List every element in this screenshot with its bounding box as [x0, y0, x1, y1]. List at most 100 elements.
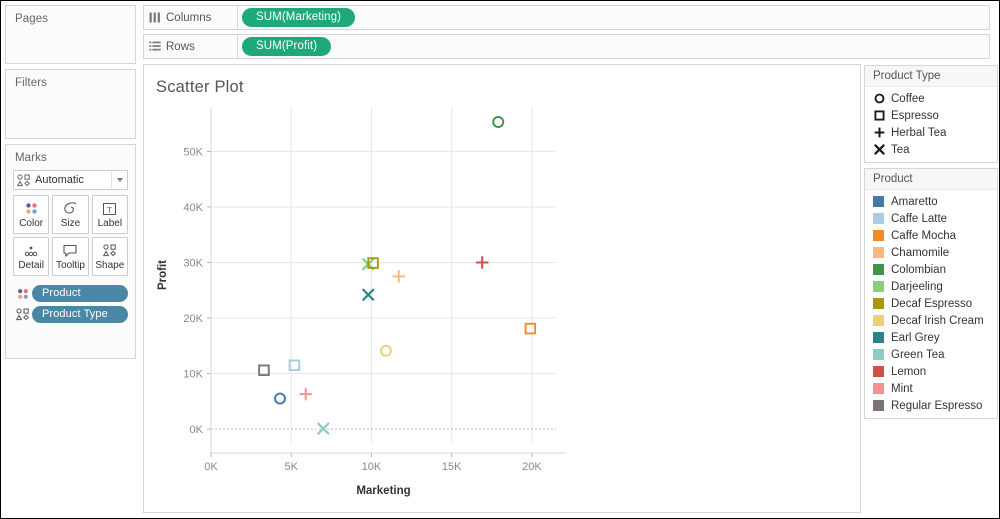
columns-drop-area[interactable]: SUM(Marketing) [238, 5, 990, 30]
color-swatch [873, 298, 891, 309]
data-point[interactable] [475, 256, 489, 269]
color-dots-icon [24, 200, 39, 217]
columns-pill[interactable]: SUM(Marketing) [242, 8, 356, 27]
marks-tooltip-label: Tooltip [56, 260, 85, 271]
marks-label-button[interactable]: T Label [91, 195, 128, 234]
data-point[interactable] [274, 392, 286, 405]
data-point[interactable] [317, 422, 330, 435]
legend-item-product[interactable]: Green Tea [865, 346, 997, 363]
legend-label: Herbal Tea [891, 126, 947, 139]
tick-label-x: 0K [204, 461, 218, 473]
rows-icon [144, 41, 166, 52]
legend-label: Decaf Espresso [891, 297, 973, 310]
chart-panel: Scatter Plot 0K 10K 20K 30K 40K 50K 0K 5K 10K 15K… [143, 64, 861, 513]
marks-pill-product-label: Product [32, 285, 128, 302]
data-point[interactable] [524, 322, 537, 335]
data-point[interactable] [299, 387, 312, 401]
marks-type-dropdown[interactable]: Automatic [13, 170, 128, 190]
marks-shape-button[interactable]: Shape [91, 237, 128, 276]
marks-pills: Product Product Type [13, 285, 128, 323]
legend-item-product[interactable]: Earl Grey [865, 329, 997, 346]
marks-title: Marks [15, 152, 47, 164]
legend-item-product[interactable]: Regular Espresso [865, 397, 997, 414]
marks-color-button[interactable]: Color [13, 195, 50, 234]
chevron-down-icon[interactable] [111, 171, 127, 189]
left-sidebar: Pages Filters Marks Automatic Color Size… [1, 1, 140, 518]
product-legend: Product Amaretto Caffe Latte Caffe Mocha Ch… [864, 168, 998, 419]
legend-item-product[interactable]: Darjeeling [865, 278, 997, 295]
square-shape-icon [873, 109, 891, 122]
shapes-icon [102, 242, 117, 259]
legend-label: Earl Grey [891, 331, 940, 344]
filters-title: Filters [15, 77, 48, 89]
legend-item-product-type[interactable]: Tea [865, 141, 997, 158]
columns-icon [144, 12, 166, 23]
shelf-area: Columns SUM(Marketing) Rows SUM(Profit) [140, 1, 999, 62]
scatter-plot-svg[interactable]: 0K 10K 20K 30K 40K 50K 0K 5K 10K 15K 20K Marketing P… [144, 65, 860, 512]
legend-label: Green Tea [891, 348, 945, 361]
axis-title-y: Profit [157, 260, 169, 290]
plus-shape-icon [873, 126, 891, 139]
color-swatch [873, 332, 891, 343]
rows-drop-area[interactable]: SUM(Profit) [238, 34, 990, 59]
tick-label-y: 10K [183, 369, 203, 381]
legend-item-product[interactable]: Amaretto [865, 193, 997, 210]
legend-label: Chamomile [891, 246, 950, 259]
legend-label: Regular Espresso [891, 399, 983, 412]
marks-tooltip-button[interactable]: Tooltip [52, 237, 89, 276]
marks-detail-button[interactable]: Detail [13, 237, 50, 276]
cross-shape-icon [873, 143, 891, 156]
tableau-worksheet: Pages Filters Marks Automatic Color Size… [0, 0, 1000, 519]
tooltip-bubble-icon [62, 242, 78, 259]
rows-pill[interactable]: SUM(Profit) [242, 37, 332, 56]
marks-pill-product-type[interactable]: Product Type [13, 306, 128, 323]
legend-item-product[interactable]: Caffe Latte [865, 210, 997, 227]
legend-item-product[interactable]: Colombian [865, 261, 997, 278]
product-type-legend-title: Product Type [865, 66, 997, 87]
legend-label: Espresso [891, 109, 939, 122]
product-legend-title: Product [865, 169, 997, 190]
tick-label-x: 5K [284, 461, 298, 473]
rows-shelf-label-box: Rows [143, 34, 238, 59]
marks-buttons-grid: Color Size T Label Detail Tooltip Shape [13, 195, 128, 276]
tick-label-y: 30K [183, 258, 203, 270]
legend-item-product[interactable]: Chamomile [865, 244, 997, 261]
filters-card[interactable]: Filters [5, 69, 136, 139]
product-type-legend-items: Coffee Espresso Herbal Tea Tea [865, 87, 997, 162]
legend-column: Product Type Coffee Espresso Herbal Tea Tea… [864, 65, 998, 424]
marks-size-button[interactable]: Size [52, 195, 89, 234]
data-point[interactable] [492, 116, 505, 128]
legend-label: Caffe Mocha [891, 229, 956, 242]
data-point[interactable] [392, 270, 405, 283]
legend-item-product[interactable]: Decaf Espresso [865, 295, 997, 312]
marks-pill-product[interactable]: Product [13, 285, 128, 302]
legend-item-product[interactable]: Mint [865, 380, 997, 397]
color-swatch [873, 247, 891, 258]
color-swatch [873, 315, 891, 326]
legend-item-product-type[interactable]: Coffee [865, 90, 997, 107]
legend-label: Tea [891, 143, 910, 156]
color-swatch [873, 349, 891, 360]
color-swatch [873, 383, 891, 394]
svg-text:T: T [107, 205, 112, 214]
pages-card[interactable]: Pages [5, 5, 136, 64]
marks-color-label: Color [19, 218, 44, 229]
tick-label-y: 50K [183, 146, 203, 158]
legend-item-product-type[interactable]: Espresso [865, 107, 997, 124]
legend-label: Decaf Irish Cream [891, 314, 984, 327]
legend-item-product[interactable]: Lemon [865, 363, 997, 380]
legend-item-product[interactable]: Caffe Mocha [865, 227, 997, 244]
tick-label-y: 0K [190, 424, 204, 436]
legend-item-product-type[interactable]: Herbal Tea [865, 124, 997, 141]
legend-label: Coffee [891, 92, 925, 105]
legend-item-product[interactable]: Decaf Irish Cream [865, 312, 997, 329]
rows-label: Rows [166, 40, 195, 53]
marks-type-label: Automatic [35, 174, 84, 186]
detail-dots-icon [23, 242, 39, 259]
size-teardrop-icon [62, 200, 78, 217]
label-text-icon: T [102, 200, 117, 217]
marks-card: Marks Automatic Color Size T Label Detai… [5, 144, 136, 359]
color-dots-icon [13, 287, 32, 301]
circle-shape-icon [873, 92, 891, 105]
data-point[interactable] [379, 344, 392, 357]
